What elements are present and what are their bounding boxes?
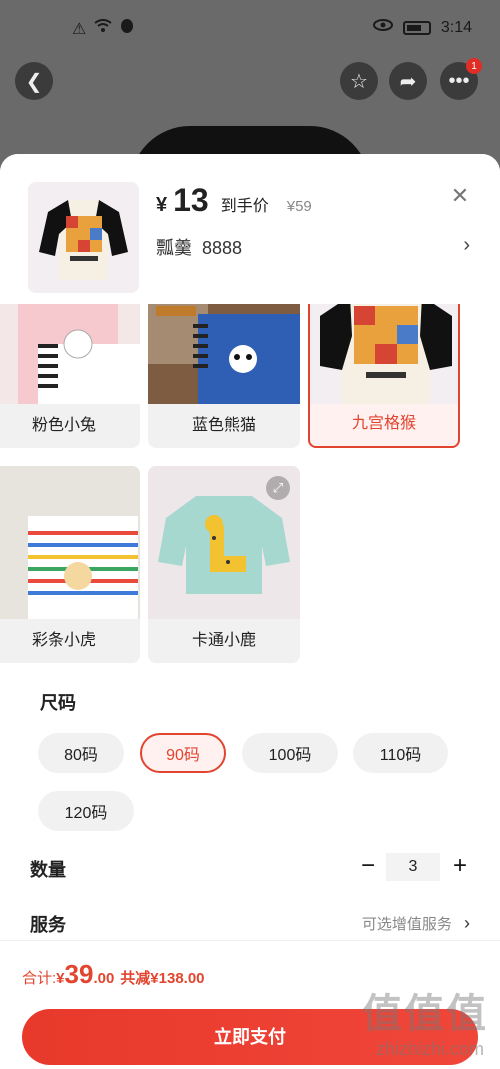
alert-icon: ⚠ (72, 20, 87, 38)
original-price: ¥59 (286, 198, 312, 215)
style-label: 粉色小兔 (31, 417, 96, 434)
style-image (0, 294, 140, 404)
style-option-cartoon-deer[interactable]: ⤢ 卡通小鹿 (148, 466, 300, 663)
status-icons-left: ⚠ (72, 18, 134, 39)
currency-symbol: ¥ (156, 194, 168, 216)
close-icon: ✕ (450, 183, 470, 208)
service-label: 服务 (30, 915, 66, 935)
price-row: ¥ 13 到手价 ¥59 (156, 182, 312, 219)
close-button[interactable]: ✕ (448, 184, 472, 208)
more-icon: ••• (448, 69, 470, 92)
quantity-input[interactable]: 3 (386, 853, 440, 881)
size-option-80[interactable]: 80码 (38, 733, 124, 773)
total-decimal: .00 (93, 970, 115, 987)
status-time: 3:14 (440, 18, 472, 36)
share-icon: ➦ (399, 70, 417, 93)
chevron-right-icon: › (464, 913, 470, 933)
total-price: 合计: ¥ 39 .00 共减¥138.00 (22, 959, 205, 990)
watermark-url: zhizhizhi.com (375, 1039, 484, 1059)
notification-badge: 1 (466, 58, 482, 74)
size-option-100[interactable]: 100码 (242, 733, 338, 773)
selected-product-thumbnail[interactable] (28, 182, 139, 293)
quantity-increase-button[interactable]: + (448, 852, 472, 880)
total-integer: 39 (64, 959, 94, 989)
watermark-logo: 值值值 (362, 992, 488, 1036)
service-link-text: 可选增值服务 (361, 916, 452, 933)
size-option-110[interactable]: 110码 (353, 733, 448, 773)
sku-header: ¥ 13 到手价 ¥59 ✕ 瓢羹 8888 › (0, 154, 500, 304)
eye-icon (372, 18, 393, 37)
back-button[interactable]: ❮ (15, 62, 53, 100)
quantity-stepper: − 3 + (356, 852, 472, 882)
chevron-right-icon[interactable]: › (463, 234, 470, 257)
share-button[interactable]: ➦ (389, 62, 427, 100)
style-option-striped-tiger[interactable]: 彩条小虎 (0, 466, 140, 663)
star-icon: ☆ (350, 70, 368, 93)
style-option-blue-panda[interactable]: 蓝色熊猫 (148, 294, 300, 448)
size-option-120[interactable]: 120码 (38, 791, 134, 831)
checkout-bar: 合计: ¥ 39 .00 共减¥138.00 立即支付 值值值 zhizhizh… (0, 940, 500, 1069)
battery-icon (402, 20, 431, 35)
style-image (310, 296, 458, 404)
sku-selection-sheet: ¥ 13 到手价 ¥59 ✕ 瓢羹 8888 › 粉色小兔 蓝色熊猫 九宫格猴 … (0, 154, 500, 1069)
quantity-label: 数量 (30, 860, 66, 880)
style-label: 蓝色熊猫 (191, 417, 256, 434)
final-price: 13 (173, 182, 209, 218)
total-label: 合计: (22, 970, 57, 987)
expand-icon[interactable]: ⤢ (266, 476, 290, 500)
style-image (0, 466, 140, 619)
style-label: 彩条小虎 (31, 632, 96, 649)
price-tag: 到手价 (220, 198, 269, 215)
style-option-pink-rabbit[interactable]: 粉色小兔 (0, 294, 140, 448)
style-label: 卡通小鹿 (191, 632, 256, 649)
total-currency: ¥ (56, 970, 65, 987)
chevron-left-icon: ❮ (25, 70, 43, 93)
favorite-button[interactable]: ☆ (340, 62, 378, 100)
sku-text: 瓢羹 8888 (156, 238, 243, 258)
size-option-90[interactable]: 90码 (140, 733, 226, 773)
total-reduction: 共减¥138.00 (120, 970, 205, 987)
more-button[interactable]: ••• 1 (440, 58, 482, 100)
status-icons-right: 3:14 (372, 18, 472, 37)
quantity-decrease-button[interactable]: − (356, 852, 380, 880)
style-image (148, 294, 300, 404)
service-options-link[interactable]: 可选增值服务 › (362, 913, 470, 934)
shirt-thumbnail-image (28, 182, 139, 293)
style-label: 九宫格猴 (351, 415, 416, 432)
style-option-grid-monkey[interactable]: 九宫格猴 (308, 294, 460, 448)
sku-selector[interactable]: 瓢羹 8888 (156, 234, 242, 260)
status-bar: ⚠ 3:14 (0, 0, 500, 56)
size-section-title: 尺码 (40, 693, 76, 713)
penguin-icon (120, 18, 134, 39)
wifi-icon (94, 19, 112, 38)
